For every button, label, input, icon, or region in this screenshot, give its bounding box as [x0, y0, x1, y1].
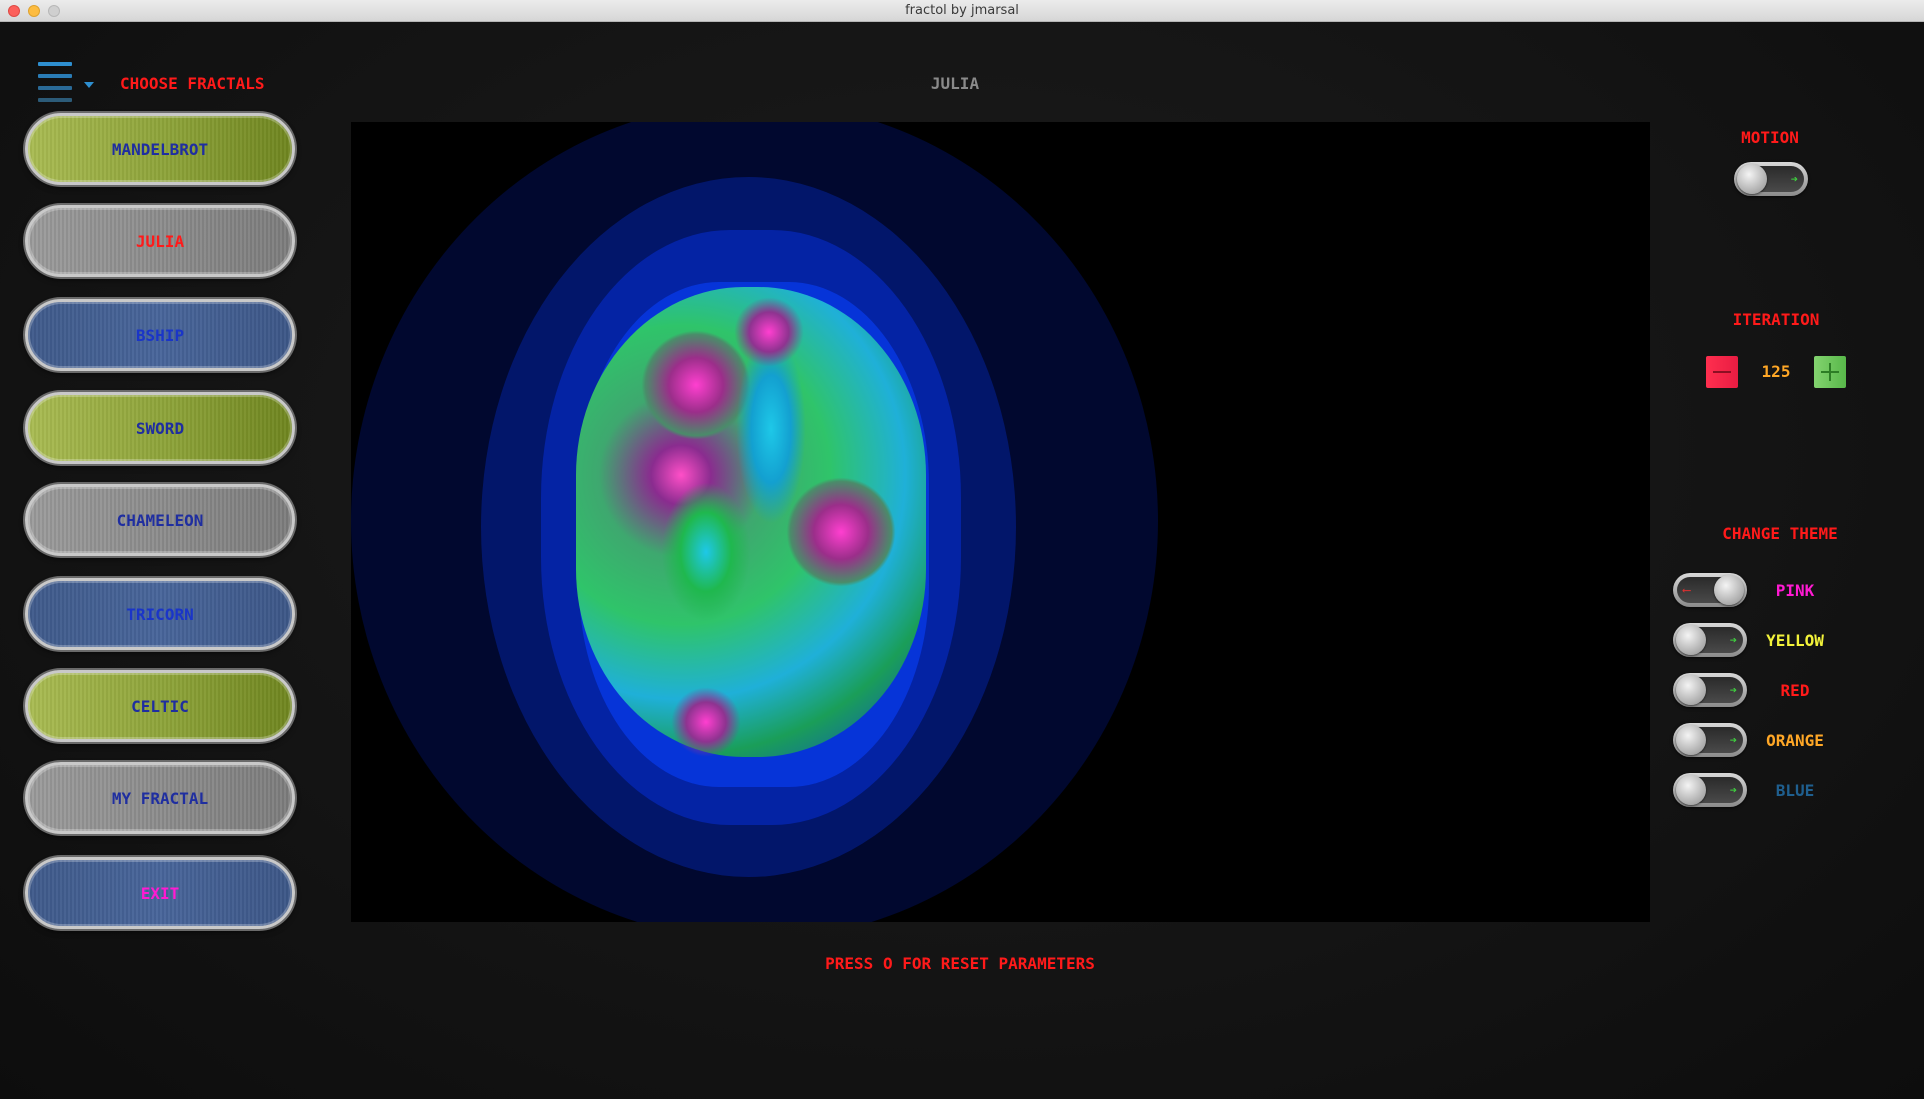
- fractal-button-mandelbrot[interactable]: MANDELBROT: [25, 113, 295, 185]
- fractal-detail-1: [641, 330, 751, 440]
- hamburger-menu-icon[interactable]: [38, 40, 94, 102]
- fractal-button-celtic[interactable]: CELTIC: [25, 670, 295, 742]
- iteration-increase-button[interactable]: [1814, 356, 1846, 388]
- toggle-knob-icon: [1676, 625, 1706, 655]
- theme-toggle-orange[interactable]: ➔: [1673, 723, 1747, 757]
- play-arrow-icon: ➔: [1729, 683, 1737, 697]
- change-theme-label: CHANGE THEME: [1722, 524, 1838, 543]
- fractal-button-my-fractal[interactable]: MY FRACTAL: [25, 762, 295, 834]
- back-arrow-icon: ⟵: [1683, 583, 1691, 597]
- fractal-button-tricorn[interactable]: TRICORN: [25, 578, 295, 650]
- fractal-detail-4: [661, 482, 751, 622]
- minimize-window-button[interactable]: [28, 5, 40, 17]
- motion-toggle[interactable]: ➔: [1734, 162, 1808, 196]
- theme-label-red: RED: [1780, 681, 1810, 700]
- window-titlebar: fractol by jmarsal: [0, 0, 1924, 22]
- chevron-down-icon: [84, 82, 94, 88]
- play-arrow-icon: ➔: [1729, 783, 1737, 797]
- iteration-decrease-button[interactable]: [1706, 356, 1738, 388]
- motion-label: MOTION: [1741, 128, 1799, 147]
- theme-label-orange: ORANGE: [1766, 731, 1824, 750]
- toggle-knob-icon: [1676, 725, 1706, 755]
- theme-label-blue: BLUE: [1775, 781, 1815, 800]
- app-window: CHOOSE FRACTALS JULIA MANDELBROT JULIA BSH…: [0, 22, 1924, 1099]
- theme-label-yellow: YELLOW: [1766, 631, 1824, 650]
- play-arrow-icon: ➔: [1729, 733, 1737, 747]
- toggle-knob-icon: [1676, 775, 1706, 805]
- fractal-detail-2: [786, 477, 896, 587]
- fractal-detail-5: [734, 297, 804, 367]
- iteration-label: ITERATION: [1732, 310, 1820, 329]
- maximize-window-button[interactable]: [48, 5, 60, 17]
- fractal-canvas[interactable]: [351, 122, 1650, 922]
- theme-toggle-pink[interactable]: ⟵: [1673, 573, 1747, 607]
- fractal-button-bship[interactable]: BSHIP: [25, 299, 295, 371]
- theme-label-pink: PINK: [1775, 581, 1815, 600]
- theme-toggle-red[interactable]: ➔: [1673, 673, 1747, 707]
- choose-fractals-label: CHOOSE FRACTALS: [120, 74, 265, 93]
- fractal-button-julia[interactable]: JULIA: [25, 205, 295, 277]
- fractal-button-chameleon[interactable]: CHAMELEON: [25, 484, 295, 556]
- play-arrow-icon: ➔: [1729, 633, 1737, 647]
- fractal-detail-6: [671, 687, 741, 757]
- reset-hint-text: PRESS O FOR RESET PARAMETERS: [825, 954, 1095, 973]
- close-window-button[interactable]: [8, 5, 20, 17]
- fractal-button-exit[interactable]: EXIT: [25, 857, 295, 929]
- current-fractal-title: JULIA: [930, 74, 980, 93]
- theme-toggle-yellow[interactable]: ➔: [1673, 623, 1747, 657]
- toggle-knob-icon: [1737, 164, 1767, 194]
- fractal-button-sword[interactable]: SWORD: [25, 392, 295, 464]
- window-title: fractol by jmarsal: [905, 3, 1019, 18]
- play-arrow-icon: ➔: [1790, 172, 1798, 186]
- iteration-value: 125: [1761, 362, 1791, 381]
- theme-toggle-blue[interactable]: ➔: [1673, 773, 1747, 807]
- toggle-knob-icon: [1676, 675, 1706, 705]
